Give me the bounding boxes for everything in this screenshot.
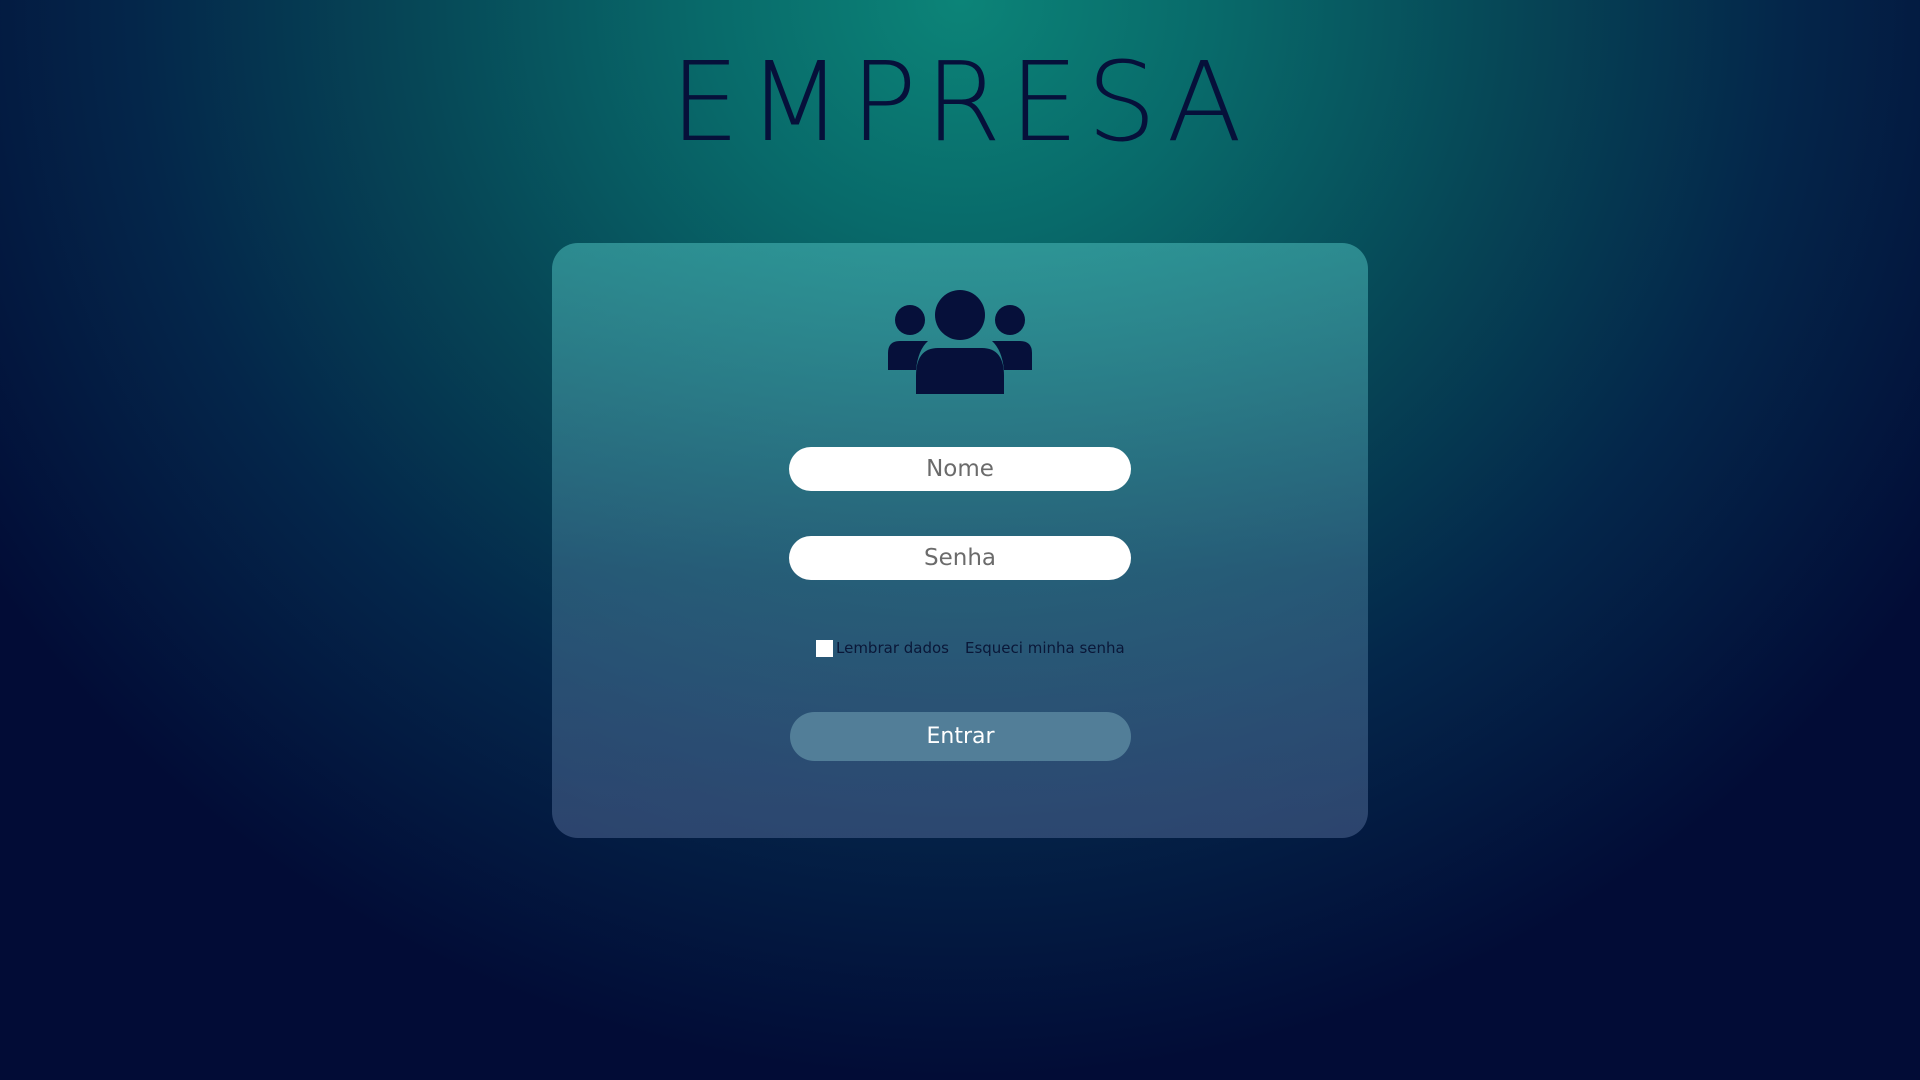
company-logo-text: EMPRESA	[670, 38, 1250, 166]
remember-label: Lembrar dados	[836, 639, 949, 657]
remember-checkbox[interactable]	[816, 639, 833, 657]
users-group-icon	[888, 290, 1032, 394]
forgot-password-link[interactable]: Esqueci minha senha	[965, 639, 1125, 657]
login-options: Lembrar dados Esqueci minha senha	[816, 636, 1125, 660]
name-input[interactable]	[789, 447, 1131, 491]
password-input[interactable]	[789, 536, 1131, 580]
submit-button[interactable]: Entrar	[790, 712, 1131, 761]
company-logo: EMPRESA	[0, 38, 1920, 166]
